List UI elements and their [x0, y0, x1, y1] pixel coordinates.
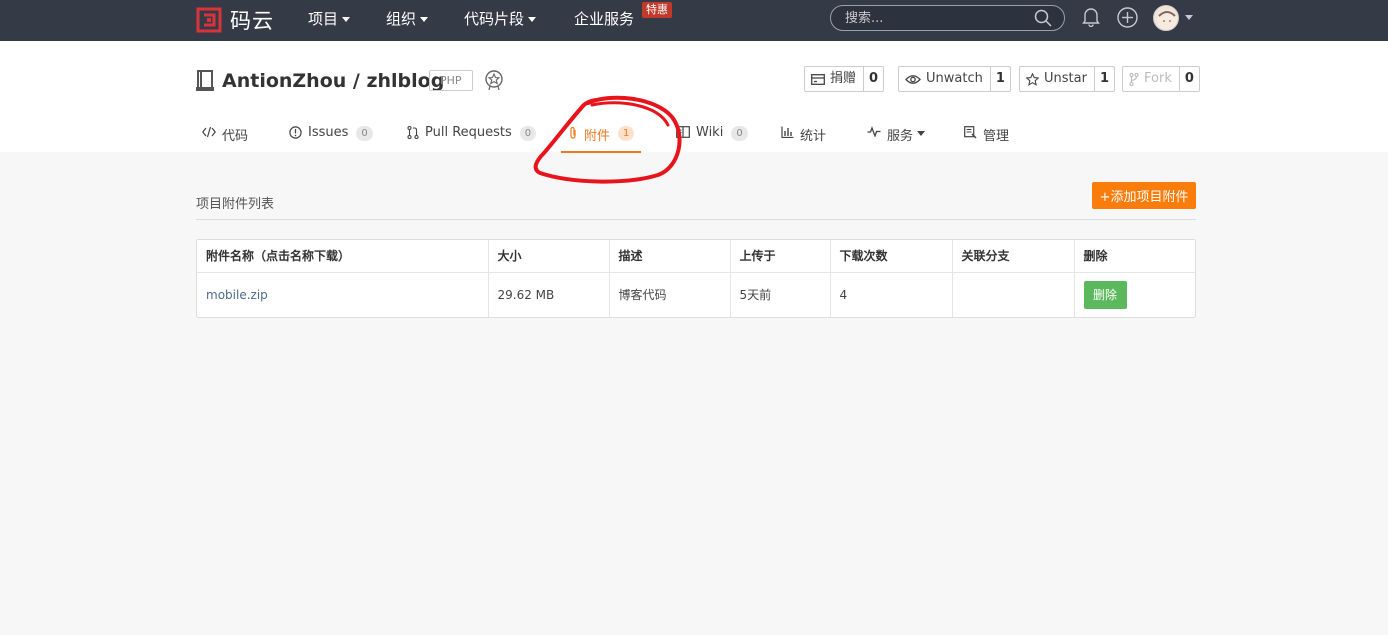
chart-icon [781, 126, 794, 138]
attachment-size: 29.62 MB [488, 272, 610, 317]
special-offer-badge: 特惠 [642, 2, 672, 18]
donate-label: 捐赠 [830, 71, 857, 86]
wiki-icon [676, 126, 690, 138]
caret-down-icon [917, 131, 926, 136]
tab-stats-label: 统计 [800, 129, 827, 144]
fork-button[interactable]: Fork 0 [1122, 66, 1200, 92]
search-icon[interactable] [1034, 9, 1052, 31]
logo-icon [196, 7, 222, 33]
logo-text: 码云 [230, 9, 274, 33]
tab-code[interactable]: 代码 [202, 125, 248, 152]
nav-projects-label: 项目 [308, 10, 339, 28]
attachment-branch [952, 272, 1075, 317]
tab-settings-label: 管理 [983, 129, 1010, 144]
tab-stats[interactable]: 统计 [781, 125, 826, 152]
bell-icon[interactable] [1082, 7, 1100, 31]
section-title: 项目附件列表 [196, 197, 275, 212]
column-header: 附件名称（点击名称下载） [197, 240, 489, 273]
tab-pull-requests[interactable]: Pull Requests 0 [407, 125, 537, 152]
search-box [830, 5, 1065, 31]
tab-services-label: 服务 [887, 129, 914, 144]
attachments-table: 附件名称（点击名称下载） 大小 描述 上传于 下载次数 关联分支 删除 mobi… [196, 239, 1196, 318]
tab-issues[interactable]: Issues 0 [289, 125, 373, 152]
settings-icon [964, 126, 977, 139]
caret-down-icon [528, 17, 537, 22]
attachment-uploaded: 5天前 [730, 272, 831, 317]
unwatch-label: Unwatch [926, 71, 983, 86]
tab-settings[interactable]: 管理 [964, 125, 1009, 152]
attachment-name-cell: mobile.zip [197, 272, 489, 317]
attachment-download-link[interactable]: mobile.zip [206, 288, 268, 302]
nav-enterprise[interactable]: 企业服务 [574, 0, 634, 41]
avatar[interactable] [1153, 5, 1179, 31]
nav-organizations-label: 组织 [386, 10, 417, 28]
unwatch-button[interactable]: Unwatch 1 [898, 66, 1011, 92]
tab-wiki-count: 0 [731, 126, 748, 141]
pull-request-icon [407, 126, 419, 139]
avatar-caret-icon[interactable] [1185, 15, 1193, 20]
nav-organizations[interactable]: 组织 [386, 0, 429, 41]
donate-button[interactable]: 捐赠 0 [804, 66, 885, 92]
tab-code-label: 代码 [222, 129, 249, 144]
unstar-button[interactable]: Unstar 1 [1019, 66, 1115, 92]
nav-snippets[interactable]: 代码片段 [464, 0, 537, 41]
fork-count[interactable]: 0 [1178, 67, 1199, 91]
tab-pull-requests-label: Pull Requests [425, 125, 512, 140]
tab-attachments[interactable]: 附件 1 [568, 125, 635, 152]
eye-icon [905, 74, 921, 84]
nav-projects[interactable]: 项目 [308, 0, 351, 41]
repo-book-icon [196, 70, 214, 96]
column-header: 大小 [488, 240, 610, 273]
column-header: 下载次数 [830, 240, 953, 273]
watch-count[interactable]: 1 [989, 67, 1010, 91]
attachment-description: 博客代码 [609, 272, 731, 317]
pulse-icon [867, 126, 881, 137]
tab-issues-label: Issues [308, 125, 349, 140]
add-attachment-button[interactable]: +添加项目附件 [1092, 182, 1196, 209]
tab-services[interactable]: 服务 [867, 125, 926, 152]
tab-wiki[interactable]: Wiki 0 [676, 125, 748, 152]
repo-title[interactable]: AntionZhou / zhlblog [222, 70, 444, 92]
active-tab-indicator [561, 151, 641, 153]
fork-icon [1129, 72, 1139, 86]
logo[interactable]: 码云 [196, 6, 274, 34]
issue-icon [289, 126, 302, 139]
delete-button[interactable]: 删除 [1083, 280, 1127, 309]
star-icon [1026, 72, 1039, 86]
column-header: 删除 [1074, 240, 1195, 273]
tab-pull-requests-count: 0 [519, 126, 537, 141]
paperclip-icon [570, 126, 576, 139]
table-header-row: 附件名称（点击名称下载） 大小 描述 上传于 下载次数 关联分支 删除 [197, 240, 1195, 273]
plus-circle-icon[interactable] [1117, 7, 1138, 32]
column-header: 描述 [609, 240, 731, 273]
delete-cell: 删除 [1074, 272, 1195, 317]
unstar-label: Unstar [1044, 71, 1087, 86]
tab-attachments-count: 1 [618, 126, 635, 141]
search-input[interactable] [845, 6, 1035, 30]
divider [196, 219, 1196, 220]
attachment-downloads: 4 [830, 272, 953, 317]
top-navbar: 码云 项目 组织 代码片段 企业服务 特惠 [0, 0, 1388, 41]
caret-down-icon [420, 17, 429, 22]
tab-attachments-label: 附件 [584, 129, 611, 144]
caret-down-icon [342, 17, 351, 22]
repo-header: AntionZhou / zhlblog PHP 捐赠 0 Unwatch 1 … [0, 41, 1388, 153]
code-icon [202, 126, 216, 138]
nav-snippets-label: 代码片段 [464, 10, 525, 28]
nav-enterprise-label: 企业服务 [574, 10, 635, 28]
donate-count[interactable]: 0 [863, 67, 883, 91]
tab-issues-count: 0 [356, 126, 373, 141]
star-count[interactable]: 1 [1093, 67, 1114, 91]
column-header: 关联分支 [952, 240, 1075, 273]
award-icon[interactable] [484, 69, 504, 95]
column-header: 上传于 [730, 240, 831, 273]
language-badge[interactable]: PHP [429, 70, 473, 91]
donate-icon [811, 73, 825, 85]
table-row: mobile.zip 29.62 MB 博客代码 5天前 4 删除 [197, 272, 1195, 317]
tab-wiki-label: Wiki [696, 125, 724, 140]
fork-label: Fork [1144, 71, 1172, 86]
